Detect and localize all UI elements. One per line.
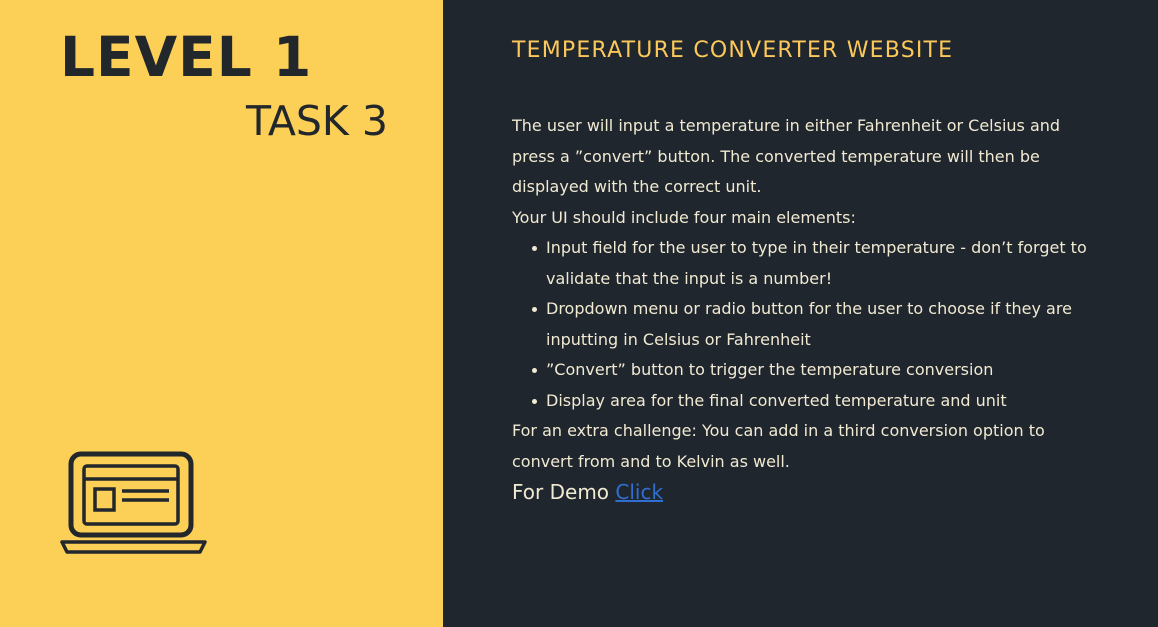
list-item: ”Convert” button to trigger the temperat… [528, 355, 1092, 386]
page-title: TEMPERATURE CONVERTER WEBSITE [512, 38, 954, 63]
requirements-list: Input field for the user to type in thei… [512, 233, 1092, 416]
demo-label: For Demo [512, 480, 610, 504]
level-panel: LEVEL 1 TASK 3 [0, 0, 443, 627]
laptop-icon [60, 451, 207, 554]
list-item: Input field for the user to type in thei… [528, 233, 1092, 294]
demo-link[interactable]: Click [615, 480, 663, 504]
extra-challenge: For an extra challenge: You can add in a… [512, 421, 1045, 471]
elements-intro: Your UI should include four main element… [512, 207, 856, 227]
list-item: Dropdown menu or radio button for the us… [528, 294, 1092, 355]
list-item: Display area for the final converted tem… [528, 386, 1092, 417]
task-title: TASK 3 [246, 97, 388, 145]
task-description-panel: TEMPERATURE CONVERTER WEBSITE The user w… [443, 0, 1158, 627]
intro-paragraph: The user will input a temperature in eit… [512, 116, 1061, 196]
task-description: The user will input a temperature in eit… [512, 111, 1092, 507]
level-title: LEVEL 1 [60, 25, 313, 89]
demo-line: For Demo Click [512, 477, 1092, 507]
